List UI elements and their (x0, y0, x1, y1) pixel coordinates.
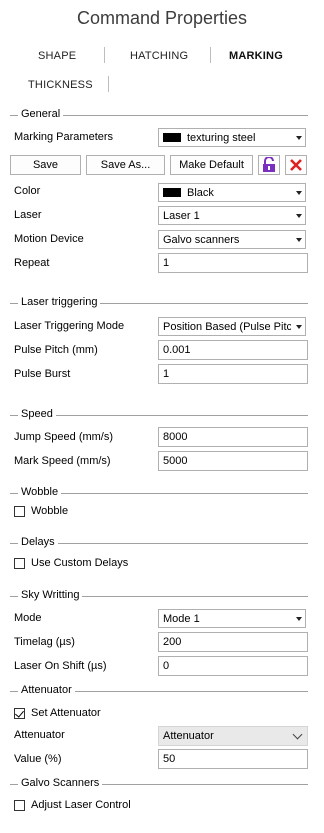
section-general: General (10, 108, 308, 122)
section-speed-title: Speed (18, 408, 56, 420)
section-general-title: General (18, 108, 64, 120)
save-as-button[interactable]: Save As... (86, 155, 165, 175)
color-swatch (163, 133, 181, 142)
section-sky-writing: Sky Writting (10, 589, 308, 603)
close-icon (290, 159, 302, 171)
tab-shape[interactable]: SHAPE (38, 50, 76, 62)
color-label: Color (14, 185, 41, 197)
tab-thickness[interactable]: THICKNESS (28, 79, 93, 91)
section-galvo-scanners: Galvo Scanners (10, 777, 308, 791)
adjust-laser-control-checkbox[interactable] (14, 800, 25, 811)
pulse-pitch-label: Pulse Pitch (mm) (14, 344, 98, 356)
tab-divider (210, 47, 211, 63)
pulse-pitch-input[interactable]: 0.001 (158, 340, 308, 360)
laser-label: Laser (14, 209, 42, 221)
color-select[interactable]: Black (158, 183, 306, 202)
laser-select[interactable]: Laser 1 (158, 206, 306, 225)
dropdown-arrow-icon (296, 617, 302, 621)
lock-button[interactable] (258, 155, 280, 175)
delete-button[interactable] (285, 155, 307, 175)
section-laser-triggering: Laser triggering (10, 296, 308, 310)
repeat-label: Repeat (14, 257, 50, 269)
section-speed: Speed (10, 408, 308, 422)
section-wobble-title: Wobble (18, 486, 62, 498)
tab-marking[interactable]: MARKING (229, 50, 283, 62)
laser-triggering-mode-value: Position Based (Pulse Pitch) (163, 321, 291, 333)
dropdown-arrow-icon (296, 136, 302, 140)
attenuator-value-input[interactable]: 50 (158, 749, 308, 769)
repeat-input[interactable]: 1 (158, 253, 308, 273)
custom-delays-checkbox-label: Use Custom Delays (31, 557, 129, 569)
dropdown-arrow-icon (296, 325, 302, 329)
attenuator-label: Attenuator (14, 729, 65, 741)
section-delays: Delays (10, 536, 308, 550)
jump-speed-input[interactable]: 8000 (158, 427, 308, 447)
custom-delays-checkbox[interactable] (14, 558, 25, 569)
attenuator-select-value: Attenuator (163, 730, 214, 742)
section-wobble: Wobble (10, 486, 308, 500)
unlock-icon (263, 156, 275, 172)
section-attenuator-title: Attenuator (18, 684, 75, 696)
motion-device-select[interactable]: Galvo scanners (158, 230, 306, 249)
motion-device-value: Galvo scanners (163, 234, 240, 246)
save-button[interactable]: Save (10, 155, 81, 175)
tab-divider (104, 47, 105, 63)
pulse-burst-input[interactable]: 1 (158, 364, 308, 384)
laser-on-shift-label: Laser On Shift (µs) (14, 660, 107, 672)
motion-device-label: Motion Device (14, 233, 84, 245)
section-delays-title: Delays (18, 536, 58, 548)
section-laser-triggering-title: Laser triggering (18, 296, 101, 308)
section-galvo-scanners-title: Galvo Scanners (18, 777, 103, 789)
check-icon (15, 708, 24, 718)
sky-mode-value: Mode 1 (163, 613, 200, 625)
section-attenuator: Attenuator (10, 684, 308, 698)
color-swatch (163, 188, 181, 197)
dropdown-arrow-icon (296, 214, 302, 218)
timelag-label: Timelag (µs) (14, 636, 75, 648)
jump-speed-label: Jump Speed (mm/s) (14, 431, 114, 443)
laser-triggering-mode-label: Laser Triggering Mode (14, 320, 125, 332)
set-attenuator-checkbox[interactable] (14, 708, 25, 719)
mark-speed-input[interactable]: 5000 (158, 451, 308, 471)
marking-parameters-select[interactable]: texturing steel (158, 128, 306, 147)
dropdown-arrow-icon (296, 238, 302, 242)
marking-parameters-label: Marking Parameters (14, 131, 114, 143)
pulse-burst-label: Pulse Burst (14, 368, 71, 380)
adjust-laser-control-checkbox-label: Adjust Laser Control (31, 799, 131, 811)
timelag-input[interactable]: 200 (158, 632, 308, 652)
chevron-down-icon (292, 729, 303, 740)
set-attenuator-checkbox-label: Set Attenuator (31, 707, 101, 719)
wobble-checkbox-label: Wobble (31, 505, 69, 517)
laser-triggering-mode-select[interactable]: Position Based (Pulse Pitch) (158, 317, 306, 336)
section-sky-writing-title: Sky Writting (18, 589, 83, 601)
tab-divider (108, 76, 109, 92)
attenuator-select[interactable]: Attenuator (158, 726, 308, 746)
attenuator-value-label: Value (%) (14, 753, 62, 765)
laser-on-shift-input[interactable]: 0 (158, 656, 308, 676)
wobble-checkbox[interactable] (14, 506, 25, 517)
sky-mode-select[interactable]: Mode 1 (158, 609, 306, 628)
make-default-button[interactable]: Make Default (170, 155, 253, 175)
tab-hatching[interactable]: HATCHING (130, 50, 188, 62)
dropdown-arrow-icon (296, 191, 302, 195)
panel-title: Command Properties (76, 8, 248, 28)
sky-mode-label: Mode (14, 612, 42, 624)
mark-speed-label: Mark Speed (mm/s) (14, 455, 111, 467)
laser-value: Laser 1 (163, 210, 200, 222)
